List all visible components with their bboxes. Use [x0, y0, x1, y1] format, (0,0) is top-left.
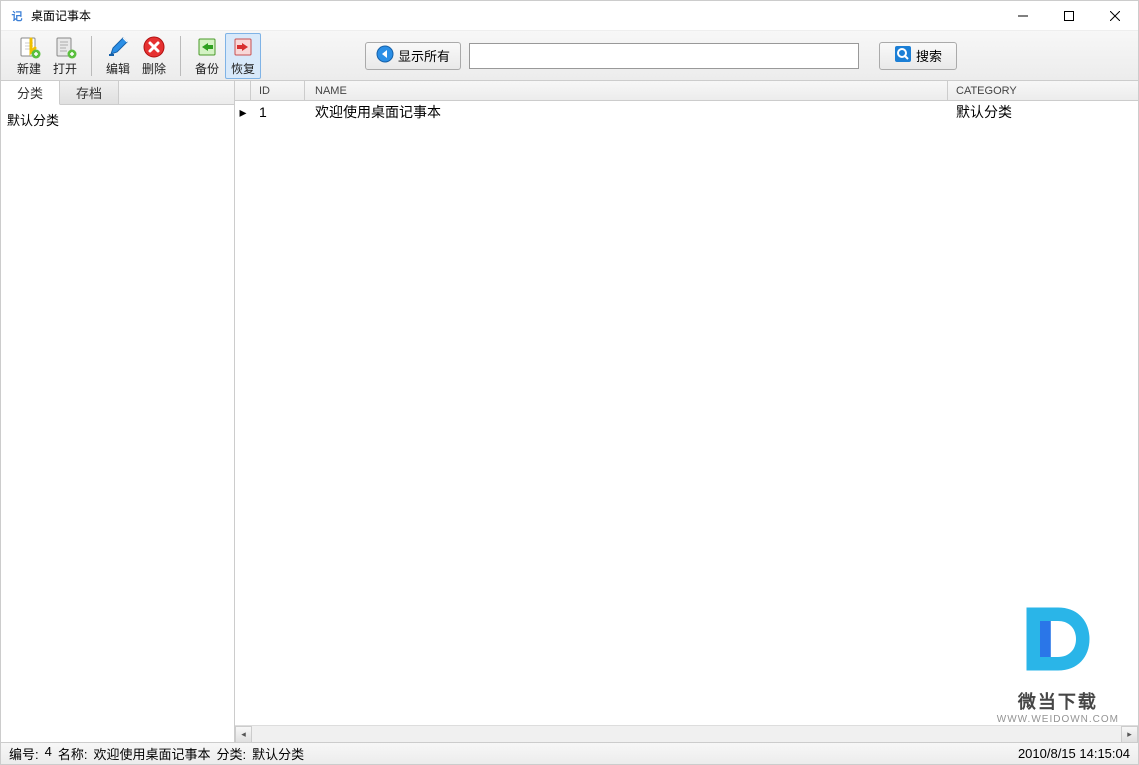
- back-arrow-icon: [376, 45, 394, 66]
- new-button[interactable]: 新建: [11, 33, 47, 79]
- backup-label: 备份: [195, 60, 219, 77]
- status-cat-label: 分类:: [217, 744, 247, 763]
- status-name-value: 欢迎使用桌面记事本: [93, 744, 210, 763]
- show-all-label: 显示所有: [398, 46, 450, 65]
- app-icon: 记: [9, 8, 25, 24]
- open-button[interactable]: 打开: [47, 33, 83, 79]
- right-panel: ID NAME CATEGORY ▸ 1 欢迎使用桌面记事本 默认分类 ◂ ▸: [235, 81, 1138, 742]
- category-tree[interactable]: 默认分类: [1, 105, 234, 742]
- left-panel: 分类 存档 默认分类: [1, 81, 235, 742]
- status-datetime: 2010/8/15 14:15:04: [1018, 746, 1130, 761]
- restore-button[interactable]: 恢复: [225, 33, 261, 79]
- grid-body[interactable]: ▸ 1 欢迎使用桌面记事本 默认分类: [235, 101, 1138, 725]
- column-header-id[interactable]: ID: [251, 81, 305, 100]
- table-row[interactable]: ▸ 1 欢迎使用桌面记事本 默认分类: [235, 101, 1138, 123]
- row-selector-header[interactable]: [235, 81, 251, 100]
- status-id-label: 编号:: [9, 744, 39, 763]
- status-cat-value: 默认分类: [252, 744, 304, 763]
- status-id-value: 4: [45, 744, 52, 763]
- tab-category[interactable]: 分类: [1, 81, 60, 105]
- backup-icon: [195, 35, 219, 59]
- new-label: 新建: [17, 60, 41, 77]
- edit-icon: [106, 35, 130, 59]
- status-name-label: 名称:: [58, 744, 88, 763]
- toolbar-separator: [180, 36, 181, 76]
- restore-icon: [231, 35, 255, 59]
- maximize-button[interactable]: [1046, 1, 1092, 31]
- search-button[interactable]: 搜索: [879, 42, 957, 70]
- scroll-right-icon[interactable]: ▸: [1121, 726, 1138, 742]
- column-header-name[interactable]: NAME: [305, 81, 948, 100]
- minimize-button[interactable]: [1000, 1, 1046, 31]
- delete-button[interactable]: 删除: [136, 33, 172, 79]
- cell-name: 欢迎使用桌面记事本: [305, 102, 948, 122]
- edit-button[interactable]: 编辑: [100, 33, 136, 79]
- cell-category: 默认分类: [948, 102, 1138, 122]
- new-icon: [17, 35, 41, 59]
- show-all-button[interactable]: 显示所有: [365, 42, 461, 70]
- toolbar-separator: [91, 36, 92, 76]
- open-icon: [53, 35, 77, 59]
- search-label: 搜索: [916, 46, 942, 65]
- tab-archive[interactable]: 存档: [60, 81, 119, 104]
- window-title: 桌面记事本: [31, 7, 1000, 24]
- row-indicator-icon: ▸: [235, 104, 251, 121]
- delete-icon: [142, 35, 166, 59]
- grid-header: ID NAME CATEGORY: [235, 81, 1138, 101]
- tree-item-default[interactable]: 默认分类: [7, 109, 228, 130]
- search-input[interactable]: [469, 43, 859, 69]
- restore-label: 恢复: [231, 60, 255, 77]
- statusbar: 编号: 4 名称: 欢迎使用桌面记事本 分类: 默认分类 2010/8/15 1…: [1, 742, 1138, 764]
- backup-button[interactable]: 备份: [189, 33, 225, 79]
- delete-label: 删除: [142, 60, 166, 77]
- scroll-left-icon[interactable]: ◂: [235, 726, 252, 742]
- column-header-category[interactable]: CATEGORY: [948, 81, 1138, 100]
- search-icon: [894, 45, 912, 66]
- titlebar: 记 桌面记事本: [1, 1, 1138, 31]
- horizontal-scrollbar[interactable]: ◂ ▸: [235, 725, 1138, 742]
- cell-id: 1: [251, 104, 305, 120]
- close-button[interactable]: [1092, 1, 1138, 31]
- edit-label: 编辑: [106, 60, 130, 77]
- toolbar: 新建 打开 编辑 删除: [1, 31, 1138, 81]
- open-label: 打开: [53, 60, 77, 77]
